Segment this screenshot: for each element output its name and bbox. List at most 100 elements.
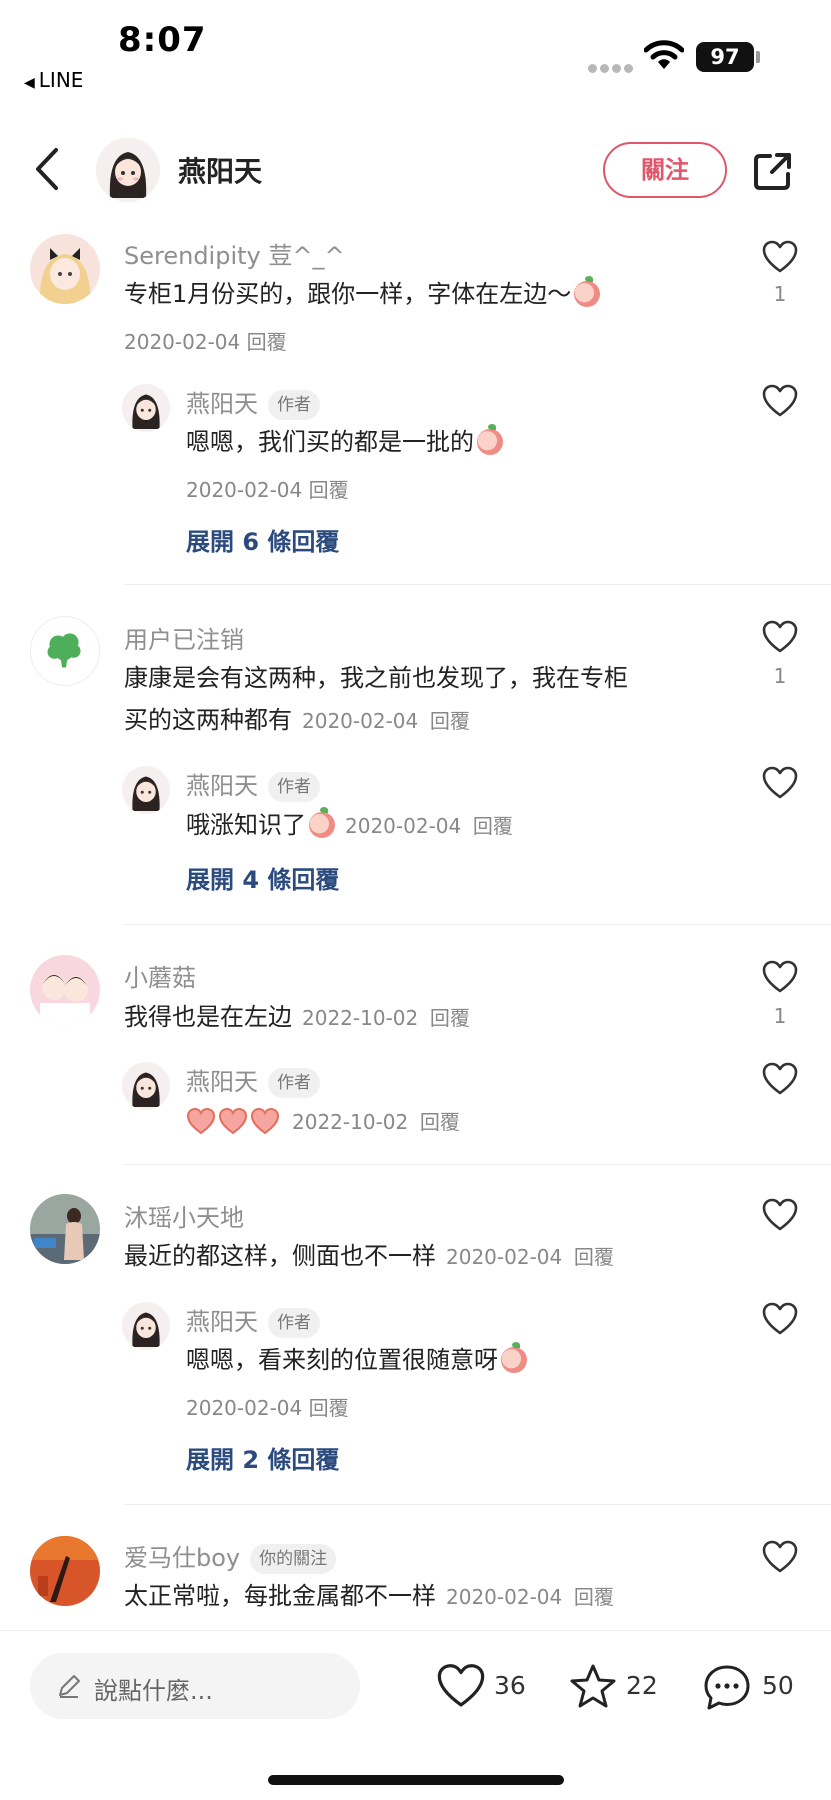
reply-link[interactable]: 回覆 (473, 814, 513, 838)
comment-body: 最近的都这样，侧面也不一样 (124, 1242, 436, 1270)
reply-avatar[interactable] (122, 384, 170, 432)
expand-replies-link[interactable]: 展開 2 條回覆 (186, 1440, 339, 1475)
author-tag: 作者 (268, 1068, 320, 1098)
commenter-name[interactable]: 沐瑶小天地 (124, 1198, 244, 1233)
heart-outline-icon[interactable] (762, 1540, 798, 1574)
wifi-icon (644, 40, 684, 69)
battery-tip (756, 51, 760, 63)
author-tag: 作者 (268, 772, 320, 802)
like-count: 1 (773, 282, 787, 306)
reply-body: 哦涨知识了 (186, 811, 306, 839)
post-favorite-count: 22 (626, 1671, 658, 1700)
favorite-button[interactable]: 22 (568, 1659, 664, 1715)
heart-outline-icon[interactable] (762, 240, 798, 274)
reply-avatar[interactable] (122, 766, 170, 814)
expand-replies-link[interactable]: 展開 4 條回覆 (186, 860, 339, 895)
status-time: 8:07 (118, 20, 207, 60)
heart-outline-icon[interactable] (762, 766, 798, 800)
reply-link[interactable]: 回覆 (574, 1245, 614, 1269)
signal-icon (588, 58, 636, 77)
back-to-app-link[interactable]: ◀ LINE (24, 68, 83, 92)
reply-author-name: 燕阳天 (186, 772, 258, 800)
reply-link[interactable]: 回覆 (309, 478, 349, 502)
reply-author-name: 燕阳天 (186, 1308, 258, 1336)
comment-input[interactable]: 說點什麼... (30, 1653, 360, 1719)
commenter-avatar[interactable] (30, 955, 100, 1025)
reply-text: 嗯嗯，我们买的都是一批的 (186, 422, 503, 462)
reply-author[interactable]: 燕阳天 作者 (186, 384, 320, 420)
status-bar: 8:07 ◀ LINE 97 (0, 0, 831, 100)
commenter-avatar[interactable] (30, 616, 100, 686)
pencil-icon (59, 1675, 80, 1698)
reply-author[interactable]: 燕阳天 作者 (186, 1062, 320, 1098)
battery-indicator: 97 (696, 42, 754, 72)
commenter-avatar[interactable] (30, 1536, 100, 1606)
comment-text: 最近的都这样，侧面也不一样 2020-02-04 回覆 (124, 1236, 614, 1277)
comments-button[interactable]: 50 (702, 1659, 802, 1715)
comment-meta: 2020-02-04 回覆 (124, 326, 287, 355)
peach-emoji-icon (501, 1342, 527, 1373)
heart-outline-icon[interactable] (762, 620, 798, 654)
comment-text: 我得也是在左边 2022-10-02 回覆 (124, 997, 470, 1038)
author-avatar[interactable] (96, 138, 160, 202)
comment-date: 2020-02-04 (446, 1245, 563, 1269)
comment-text: 太正常啦，每批金属都不一样 2020-02-04 回覆 (124, 1576, 614, 1617)
comment-text: 买的这两种都有 2020-02-04 回覆 (124, 700, 470, 741)
reply-avatar[interactable] (122, 1062, 170, 1110)
commenter-avatar[interactable] (30, 234, 100, 304)
commenter-name[interactable]: 小蘑菇 (124, 958, 196, 993)
reply-date: 2020-02-04 (186, 1396, 303, 1420)
reply-meta: 2020-02-04 回覆 (186, 1392, 349, 1421)
expand-replies-link[interactable]: 展開 6 條回覆 (186, 522, 339, 557)
back-triangle-icon: ◀ (24, 75, 35, 91)
share-icon[interactable] (752, 150, 794, 192)
commenter-avatar[interactable] (30, 1194, 100, 1264)
reply-link[interactable]: 回覆 (309, 1396, 349, 1420)
reply-author[interactable]: 燕阳天 作者 (186, 1302, 320, 1338)
heart-outline-icon[interactable] (762, 1062, 798, 1096)
like-count: 1 (773, 664, 787, 688)
reply-avatar[interactable] (122, 1302, 170, 1350)
heart-hands-emoji-icon (186, 1107, 216, 1135)
divider (124, 1164, 831, 1165)
comment-body: 我得也是在左边 (124, 1003, 292, 1031)
star-outline-icon (570, 1664, 616, 1708)
comment-body: 太正常啦，每批金属都不一样 (124, 1582, 436, 1610)
heart-outline-icon[interactable] (762, 384, 798, 418)
reply-meta: 2020-02-04 回覆 (186, 474, 349, 503)
like-count: 1 (773, 1004, 787, 1028)
reply-link[interactable]: 回覆 (430, 1006, 470, 1030)
reply-date: 2020-02-04 (345, 814, 462, 838)
back-app-label: LINE (38, 68, 84, 92)
reply-date: 2020-02-04 (186, 478, 303, 502)
follow-button[interactable]: 關注 (603, 142, 727, 198)
heart-outline-icon[interactable] (762, 1198, 798, 1232)
commenter-name[interactable]: Serendipity 荳^_^ (124, 236, 345, 271)
post-comment-count: 50 (762, 1671, 794, 1700)
reply-link[interactable]: 回覆 (420, 1110, 460, 1134)
comment-input-placeholder: 說點什麼... (94, 1677, 213, 1705)
like-button[interactable]: 36 (436, 1659, 532, 1715)
reply-body: 嗯嗯，我们买的都是一批的 (186, 428, 474, 456)
reply-author[interactable]: 燕阳天 作者 (186, 766, 320, 802)
home-indicator (268, 1775, 564, 1785)
author-tag: 作者 (268, 1308, 320, 1338)
reply-author-name: 燕阳天 (186, 1068, 258, 1096)
comment-body: 专柜1月份买的，跟你一样，字体在左边～ (124, 280, 572, 308)
following-tag: 你的關注 (250, 1544, 337, 1574)
reply-link[interactable]: 回覆 (430, 709, 470, 733)
commenter-name[interactable]: 用户已注销 (124, 620, 244, 655)
heart-outline-icon[interactable] (762, 1302, 798, 1336)
chat-bubble-icon (704, 1665, 750, 1710)
bottom-action-bar: 說點什麼... 36 22 50 (0, 1630, 831, 1800)
comment-text: 专柜1月份买的，跟你一样，字体在左边～ (124, 274, 601, 314)
back-chevron-icon[interactable] (28, 144, 68, 194)
reply-link[interactable]: 回覆 (574, 1585, 614, 1609)
reply-text: 嗯嗯，看来刻的位置很随意呀 (186, 1340, 527, 1380)
commenter-name[interactable]: 爱马仕boy 你的關注 (124, 1538, 337, 1574)
reply-link[interactable]: 回覆 (247, 330, 287, 354)
reply-date: 2022-10-02 (292, 1110, 409, 1134)
heart-outline-icon[interactable] (762, 960, 798, 994)
author-name[interactable]: 燕阳天 (178, 150, 262, 190)
post-like-count: 36 (494, 1671, 526, 1700)
